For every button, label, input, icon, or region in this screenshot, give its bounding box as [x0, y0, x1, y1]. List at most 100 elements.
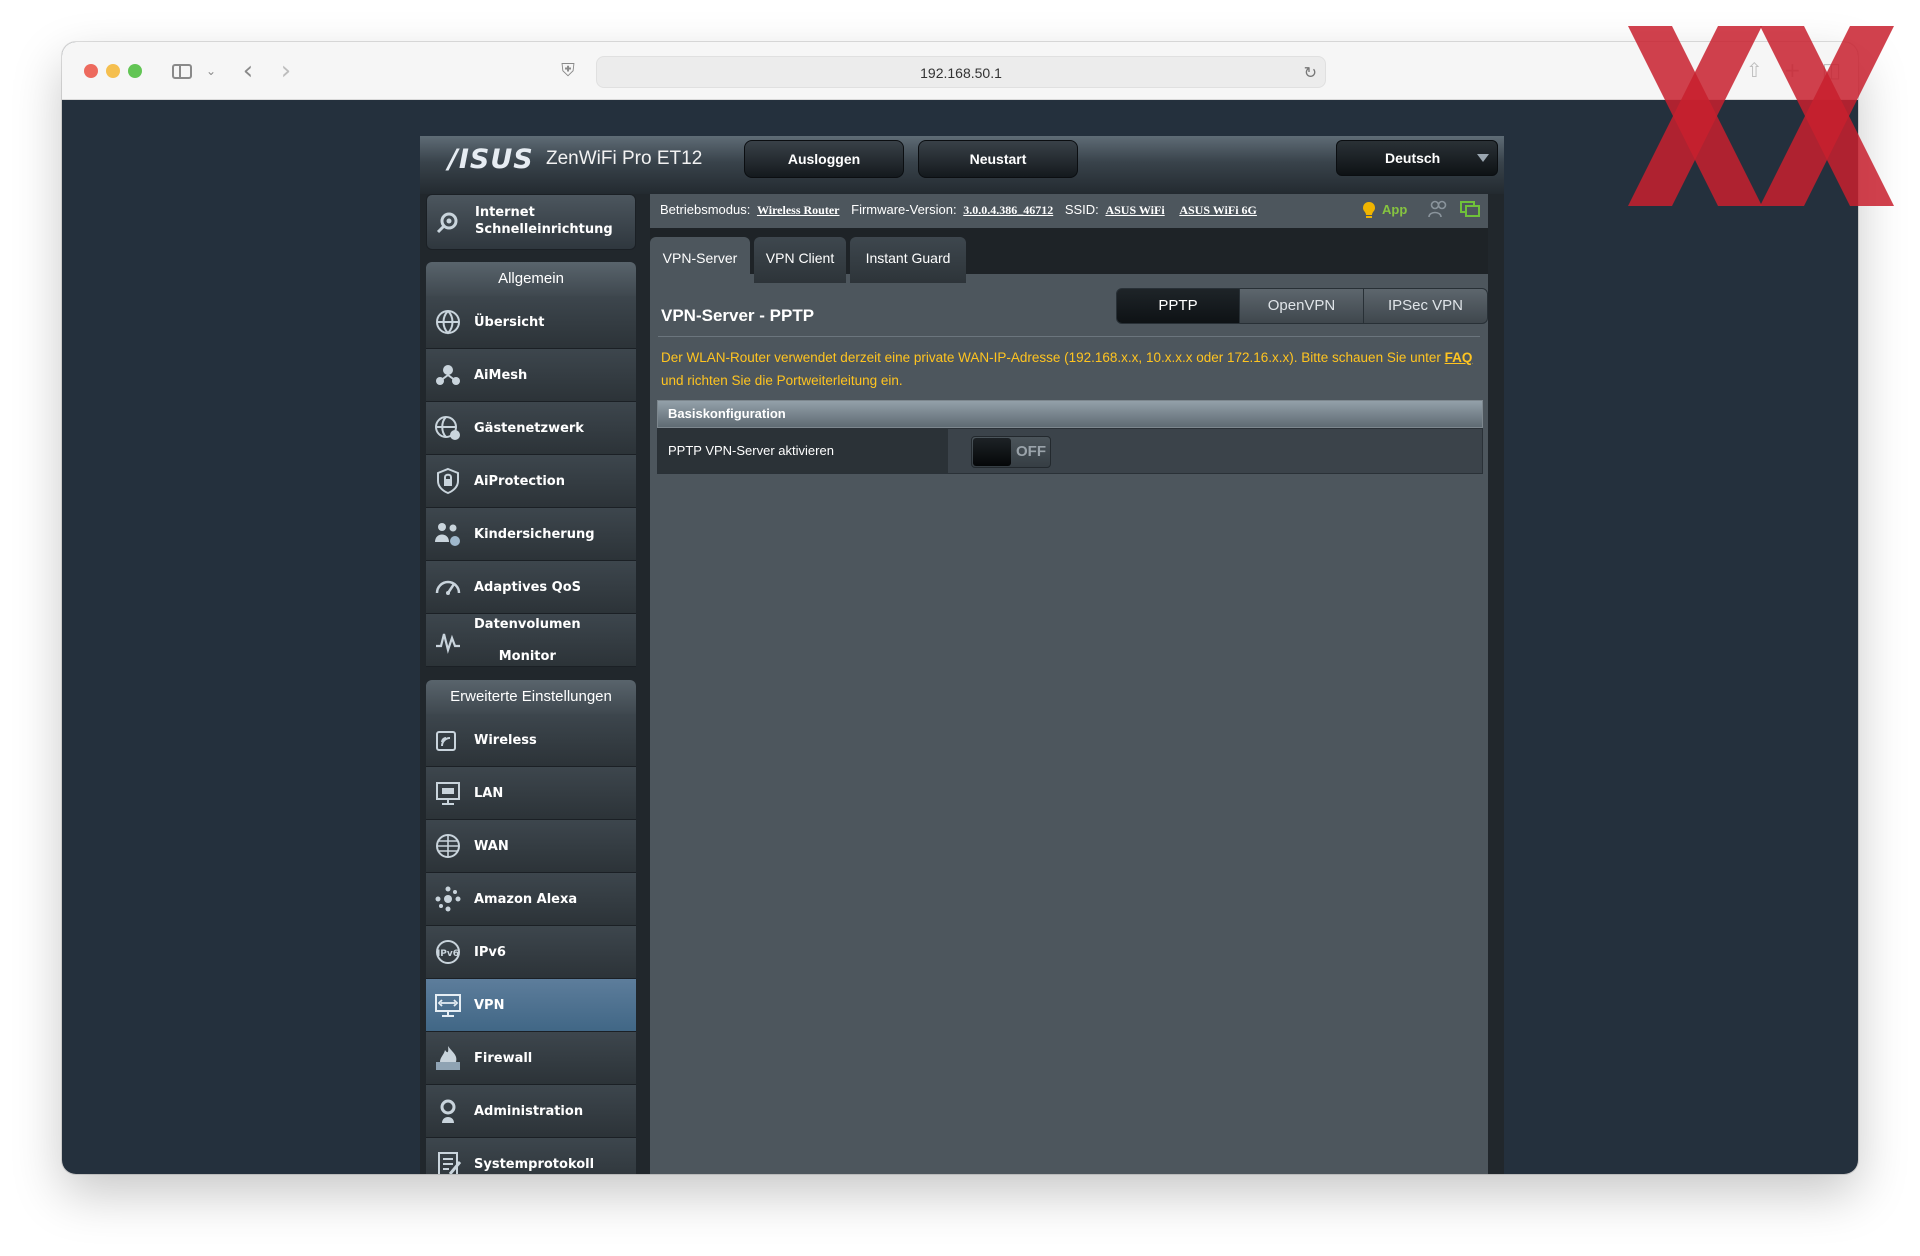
menu-item-wireless[interactable]: Wireless — [426, 714, 636, 767]
tab-bar: VPN-Server VPN Client Instant Guard — [650, 228, 1488, 283]
chevron-down-icon[interactable]: ⌄ — [204, 56, 218, 86]
language-select[interactable]: Deutsch — [1336, 140, 1498, 176]
menu-item-lan[interactable]: LAN — [426, 767, 636, 820]
router-banner: /ISUS ZenWiFi Pro ET12 Ausloggen Neustar… — [420, 136, 1504, 194]
clients-icon[interactable] — [1428, 200, 1448, 218]
zoom-window-button[interactable] — [128, 64, 142, 78]
menu-item-adaptives-qos[interactable]: Adaptives QoS — [426, 561, 636, 614]
ipsec-vpn-button[interactable]: IPSec VPN — [1363, 288, 1488, 324]
wan-globe-icon — [434, 832, 462, 860]
menu-item-kindersicherung[interactable]: Kindersicherung — [426, 508, 636, 561]
traffic-monitor-icon — [434, 626, 462, 654]
status-icons: App — [1358, 200, 1483, 220]
family-icon — [434, 520, 462, 548]
close-window-button[interactable] — [84, 64, 98, 78]
address-bar[interactable]: 192.168.50.1 ↻ — [596, 56, 1326, 88]
sidebar-toggle-icon[interactable] — [170, 56, 194, 86]
app-link[interactable]: App — [1382, 202, 1407, 217]
pptp-enable-label: PPTP VPN-Server aktivieren — [658, 429, 948, 473]
tab-vpn-server[interactable]: VPN-Server — [650, 237, 750, 283]
menu-item-label: Adaptives QoS — [474, 579, 582, 595]
ssid-link-1[interactable]: ASUS WiFi — [1105, 203, 1164, 217]
firewall-icon — [434, 1044, 462, 1072]
ssid-link-2[interactable]: ASUS WiFi 6G — [1179, 203, 1257, 217]
menu-item-label: AiMesh — [474, 367, 528, 383]
openvpn-button[interactable]: OpenVPN — [1239, 288, 1364, 324]
browser-window: ⌄ ‹ › ⛨ 192.168.50.1 ↻ ⇧ + ◫ /ISUS ZenWi… — [62, 42, 1858, 1174]
menu-item-aiprotection[interactable]: AiProtection — [426, 455, 636, 508]
quick-setup-label: Internet Schnelleinrichtung — [475, 205, 613, 237]
menu-item-label: Kindersicherung — [474, 526, 595, 542]
reboot-button[interactable]: Neustart — [918, 140, 1078, 178]
back-arrow-icon[interactable]: ‹ — [238, 56, 258, 86]
menu-item-label: AiProtection — [474, 473, 565, 489]
menu-item-ipv6[interactable]: IPv6 IPv6 — [426, 926, 636, 979]
status-bar: Betriebsmodus: Wireless Router Firmware-… — [660, 202, 1265, 218]
lan-icon — [434, 779, 462, 807]
wizard-icon — [435, 207, 463, 235]
menu-item-ubersicht[interactable]: Übersicht — [426, 296, 636, 349]
ssid-label: SSID: — [1064, 202, 1099, 217]
system-log-icon — [434, 1150, 462, 1174]
usb-device-icon[interactable] — [1460, 201, 1480, 218]
minimize-window-button[interactable] — [106, 64, 120, 78]
vpn-icon — [434, 991, 462, 1019]
url-text: 192.168.50.1 — [920, 65, 1002, 81]
menu-item-wan[interactable]: WAN — [426, 820, 636, 873]
ipv6-icon: IPv6 — [434, 938, 462, 966]
pptp-enable-row: PPTP VPN-Server aktivieren OFF — [657, 428, 1483, 474]
menu-item-gastenetzwerk[interactable]: Gästenetzwerk — [426, 402, 636, 455]
menu-item-systemprotokoll[interactable]: Systemprotokoll — [426, 1138, 636, 1174]
speedometer-icon — [434, 573, 462, 601]
menu-section-advanced: Erweiterte Einstellungen — [426, 680, 636, 714]
language-value: Deutsch — [1385, 150, 1441, 166]
menu-item-amazon-alexa[interactable]: Amazon Alexa — [426, 873, 636, 926]
menu-item-label: Wireless — [474, 732, 537, 748]
menu-item-label: Amazon Alexa — [474, 891, 578, 907]
privacy-shield-icon[interactable]: ⛨ — [558, 56, 578, 86]
tab-vpn-client[interactable]: VPN Client — [754, 237, 846, 283]
vpn-type-switch: PPTP OpenVPN IPSec VPN — [1116, 288, 1488, 324]
toggle-knob — [973, 438, 1011, 466]
tab-instant-guard[interactable]: Instant Guard — [850, 237, 966, 283]
menu-section-general: Allgemein — [426, 262, 636, 296]
menu-item-label: VPN — [474, 997, 505, 1013]
menu-item-label: Systemprotokoll — [474, 1156, 595, 1172]
menu-item-label: LAN — [474, 785, 504, 801]
toggle-state: OFF — [1016, 443, 1046, 460]
menu-item-firewall[interactable]: Firewall — [426, 1032, 636, 1085]
menu-item-vpn[interactable]: VPN — [426, 979, 636, 1032]
firmware-label: Firmware-Version: — [851, 202, 957, 217]
menu-item-label: Firewall — [474, 1050, 533, 1066]
menu-item-datenvolumen[interactable]: Datenvolumen Monitor — [426, 614, 636, 667]
page-title: VPN-Server - PPTP — [661, 306, 815, 325]
logout-button[interactable]: Ausloggen — [744, 140, 904, 178]
dropdown-arrow-icon — [1477, 154, 1489, 162]
wireless-icon — [434, 726, 462, 754]
firmware-version-link[interactable]: 3.0.0.4.386_46712 — [963, 203, 1053, 217]
globe-icon — [434, 308, 462, 336]
mode-label: Betriebsmodus: — [660, 202, 751, 217]
operation-mode-link[interactable]: Wireless Router — [757, 203, 840, 217]
router-admin-page: /ISUS ZenWiFi Pro ET12 Ausloggen Neustar… — [420, 136, 1504, 1174]
forward-arrow-icon[interactable]: › — [276, 56, 296, 86]
pptp-button[interactable]: PPTP — [1116, 288, 1240, 324]
menu-item-label: IPv6 — [474, 944, 506, 960]
mesh-icon — [434, 361, 462, 389]
reload-icon[interactable]: ↻ — [1304, 57, 1317, 89]
private-ip-notice: Der WLAN-Router verwendet derzeit eine p… — [661, 350, 1473, 388]
guest-network-icon — [434, 414, 462, 442]
watermark-logo — [1628, 26, 1894, 206]
menu-item-label: Gästenetzwerk — [474, 420, 584, 436]
menu-item-administration[interactable]: Administration — [426, 1085, 636, 1138]
menu-item-label: Administration — [474, 1103, 584, 1119]
svg-text:IPv6: IPv6 — [437, 949, 459, 959]
notification-bulb-icon[interactable] — [1362, 201, 1376, 219]
quick-internet-setup[interactable]: Internet Schnelleinrichtung — [426, 194, 636, 250]
faq-link[interactable]: FAQ — [1445, 350, 1473, 365]
menu-item-aimesh[interactable]: AiMesh — [426, 349, 636, 402]
menu-item-label: WAN — [474, 838, 509, 854]
pptp-enable-toggle[interactable]: OFF — [971, 436, 1051, 468]
administration-icon — [434, 1097, 462, 1125]
router-model: ZenWiFi Pro ET12 — [546, 148, 703, 169]
